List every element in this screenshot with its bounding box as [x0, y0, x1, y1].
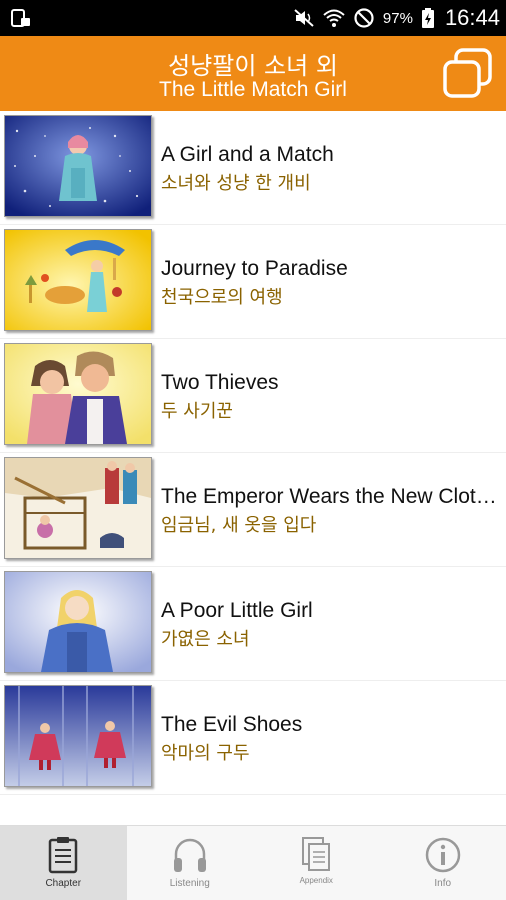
chapter-item[interactable]: The Evil Shoes 악마의 구두	[0, 681, 506, 795]
chapter-thumbnail	[4, 229, 152, 331]
chapter-item[interactable]: Journey to Paradise 천국으로의 여행	[0, 225, 506, 339]
header-title-english: The Little Match Girl	[159, 78, 347, 101]
chapter-thumbnail	[4, 571, 152, 673]
chapter-title-english: A Girl and a Match	[161, 143, 334, 166]
chapter-title-korean: 소녀와 성냥 한 개비	[161, 173, 311, 194]
battery-charging-icon	[421, 8, 434, 28]
chapter-item[interactable]: The Emperor Wears the New Clothes 임금님, 새…	[0, 453, 506, 567]
mute-icon	[294, 9, 314, 27]
clipboard-icon	[49, 837, 78, 874]
status-bar: 97% 16:44	[0, 0, 506, 36]
feast-table-illustration	[5, 230, 151, 330]
chapter-title-english: The Emperor Wears the New Clothes	[161, 485, 501, 508]
chapter-title-english: Two Thieves	[161, 371, 279, 394]
switch-book-button[interactable]	[440, 46, 496, 102]
chapter-thumbnail	[4, 457, 152, 559]
weaving-loom-illustration	[5, 458, 151, 558]
girl-in-snow-illustration	[5, 116, 151, 216]
chapter-thumbnail	[4, 115, 152, 217]
app-header: 성냥팔이 소녀 외 The Little Match Girl	[0, 36, 506, 111]
poor-girl-illustration	[5, 572, 151, 672]
chapter-thumbnail	[4, 685, 152, 787]
chapter-title-korean: 두 사기꾼	[161, 401, 233, 422]
chapter-thumbnail	[4, 343, 152, 445]
bottom-navigation: Chapter Listening Appendix Info	[0, 825, 506, 900]
header-title-korean: 성냥팔이 소녀 외	[168, 52, 338, 80]
chapter-title-korean: 임금님, 새 옷을 입다	[161, 515, 317, 536]
nav-label-info: Info	[434, 878, 452, 889]
chapter-list: A Girl and a Match 소녀와 성냥 한 개비 Journey t…	[0, 111, 506, 825]
nav-tab-chapter[interactable]: Chapter	[0, 826, 127, 900]
headphones-icon	[173, 838, 206, 872]
nav-tab-listening[interactable]: Listening	[127, 826, 254, 900]
chapter-item[interactable]: A Poor Little Girl 가엾은 소녀	[0, 567, 506, 681]
nav-label-listening: Listening	[169, 878, 210, 889]
info-icon	[425, 837, 460, 873]
chapter-title-english: A Poor Little Girl	[161, 599, 313, 622]
nav-tab-appendix[interactable]: Appendix	[253, 826, 380, 900]
block-icon	[354, 8, 374, 28]
nav-label-appendix: Appendix	[299, 876, 333, 885]
chapter-title-korean: 악마의 구두	[161, 743, 250, 764]
chapter-title-english: The Evil Shoes	[161, 713, 303, 736]
nav-label-chapter: Chapter	[45, 878, 82, 889]
documents-icon	[302, 837, 331, 871]
wifi-icon	[323, 9, 345, 27]
two-thieves-illustration	[5, 344, 151, 444]
evil-shoes-illustration	[5, 686, 151, 786]
notification-icon	[11, 9, 30, 27]
chapter-item[interactable]: A Girl and a Match 소녀와 성냥 한 개비	[0, 111, 506, 225]
chapter-item[interactable]: Two Thieves 두 사기꾼	[0, 339, 506, 453]
chapter-title-korean: 가엾은 소녀	[161, 629, 250, 650]
chapter-title-english: Journey to Paradise	[161, 257, 348, 280]
chapter-title-korean: 천국으로의 여행	[161, 287, 283, 308]
nav-tab-info[interactable]: Info	[380, 826, 506, 900]
battery-percent: 97%	[382, 9, 413, 27]
status-clock: 16:44	[444, 5, 500, 30]
